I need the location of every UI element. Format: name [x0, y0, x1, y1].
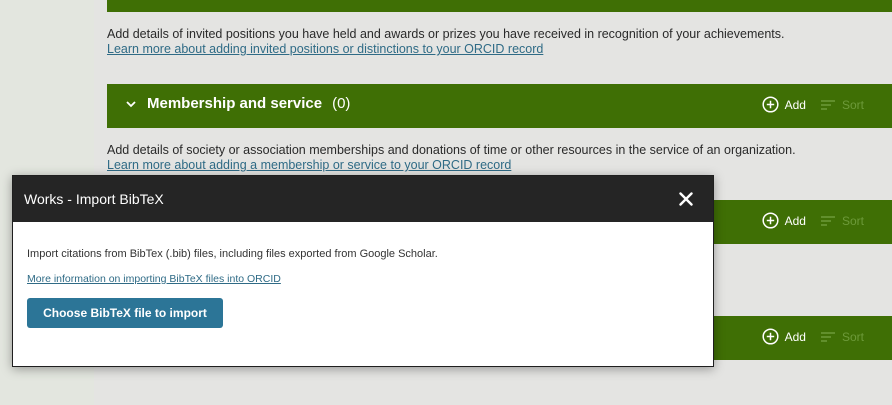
add-circle-icon[interactable] [762, 328, 779, 345]
modal-header: Works - Import BibTeX [13, 176, 713, 222]
membership-title: Membership and service [147, 95, 323, 112]
section-4-sort-label: Sort [841, 329, 864, 344]
section-3-add-button[interactable]: Add [785, 214, 806, 228]
bibtex-info-link[interactable]: More information on importing BibTeX fil… [27, 273, 713, 285]
membership-count: (0) [332, 95, 351, 112]
sort-icon [820, 99, 835, 110]
modal-title: Works - Import BibTeX [24, 191, 164, 207]
membership-add-button[interactable]: Add [785, 98, 806, 112]
add-circle-icon[interactable] [762, 212, 779, 229]
choose-bibtex-file-button[interactable]: Choose BibTeX file to import [27, 298, 223, 328]
modal-body: Import citations from BibTex (.bib) file… [13, 222, 713, 328]
sort-icon [820, 331, 835, 342]
invited-positions-description: Add details of invited positions you hav… [107, 27, 785, 41]
section-4-add-button[interactable]: Add [785, 330, 806, 344]
membership-description: Add details of society or association me… [107, 143, 796, 157]
import-bibtex-dialog: Works - Import BibTeX Import citations f… [12, 175, 714, 367]
section-3-sort-label: Sort [841, 213, 864, 228]
section-3-sort-button[interactable]: Sort [820, 214, 864, 228]
membership-sort-button[interactable]: Sort [820, 98, 864, 112]
add-circle-icon[interactable] [762, 96, 779, 113]
membership-learn-more-link[interactable]: Learn more about adding a membership or … [107, 158, 867, 173]
invited-positions-description-block: Add details of invited positions you hav… [107, 27, 867, 57]
sort-icon [820, 215, 835, 226]
membership-description-block: Add details of society or association me… [107, 143, 867, 173]
section-3-actions: Add Sort [762, 212, 864, 229]
membership-sort-label: Sort [841, 97, 864, 112]
section-bar-invited-positions [107, 0, 892, 12]
close-button[interactable] [677, 190, 695, 208]
modal-description: Import citations from BibTex (.bib) file… [27, 248, 438, 260]
section-4-actions: Add Sort [762, 328, 864, 345]
section-4-sort-button[interactable]: Sort [820, 330, 864, 344]
chevron-down-icon [126, 100, 136, 107]
membership-actions: Add Sort [762, 96, 864, 113]
section-bar-membership: Membership and service (0) Add Sort [107, 84, 892, 128]
membership-header-toggle[interactable]: Membership and service (0) [125, 95, 350, 112]
invited-positions-learn-more-link[interactable]: Learn more about adding invited position… [107, 42, 867, 57]
close-icon [679, 192, 693, 206]
